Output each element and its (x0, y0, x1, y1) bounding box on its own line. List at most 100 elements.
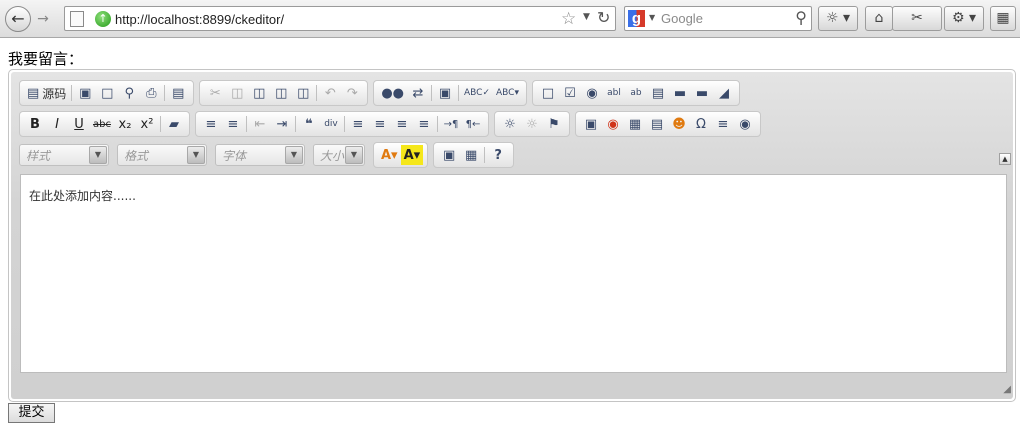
select-button[interactable]: ▤ (647, 83, 669, 103)
checkbox-button[interactable]: ☑ (559, 83, 581, 103)
home-button[interactable]: ⌂ (865, 6, 893, 31)
rtl-icon: ¶← (465, 118, 481, 130)
bg-color-button[interactable]: A▾ (400, 145, 424, 165)
preview-button[interactable]: ⚲ (118, 83, 140, 103)
remove-format-button[interactable]: ▰ (163, 114, 185, 134)
anchor-button[interactable]: ⚑ (543, 114, 565, 134)
submit-button[interactable]: 提交 (8, 403, 55, 423)
iframe-button[interactable]: ◉ (734, 114, 756, 134)
reload-icon[interactable]: ↻ (597, 8, 610, 27)
toolbar-collapse-button[interactable]: ▲ (999, 153, 1011, 165)
tools-button[interactable]: ✂ (892, 6, 942, 31)
subscript-button[interactable]: x₂ (114, 114, 136, 134)
form-button-button[interactable]: ▬ (669, 83, 691, 103)
superscript-button[interactable]: x² (136, 114, 158, 134)
radio-button[interactable]: ◉ (581, 83, 603, 103)
paste-button[interactable]: ◫ (248, 83, 270, 103)
search-bar[interactable]: g ▼ Google ⚲ (624, 6, 812, 31)
back-button[interactable]: ← (5, 6, 31, 32)
font-combo[interactable]: 字体 ▼ (215, 144, 305, 166)
link-button[interactable]: ☼ (499, 114, 521, 134)
address-bar[interactable]: ↑ http://localhost:8899/ckeditor/ ☆ ▼ ↻ (64, 6, 616, 31)
table-button[interactable]: ▦ (624, 114, 646, 134)
resize-grip-icon[interactable]: ◢ (999, 384, 1011, 396)
cut-button[interactable]: ✂ (204, 83, 226, 103)
save-button[interactable]: ▣ (74, 83, 96, 103)
hiddenfield-button[interactable]: ◢ (713, 83, 735, 103)
paste-text-button[interactable]: ◫ (270, 83, 292, 103)
about-button[interactable]: ? (487, 145, 509, 165)
horizontal-rule-button[interactable]: ▤ (646, 114, 668, 134)
chevron-down-icon[interactable]: ▼ (649, 13, 655, 22)
special-char-button[interactable]: Ω (690, 114, 712, 134)
show-blocks-button[interactable]: ▦ (460, 145, 482, 165)
search-input[interactable]: Google (661, 11, 703, 26)
undo-button[interactable]: ↶ (319, 83, 341, 103)
page-break-button[interactable]: ≡ (712, 114, 734, 134)
outdent-button[interactable]: ⇤ (249, 114, 271, 134)
spellcheck-button[interactable]: ABC✓ (461, 83, 493, 103)
star-icon[interactable]: ☆ (561, 9, 576, 29)
blockquote-button[interactable]: ❝ (298, 114, 320, 134)
text-color-button[interactable]: A▾ (378, 145, 401, 165)
chevron-down-icon[interactable]: ▼ (187, 146, 205, 164)
imagebutton-button[interactable]: ▬ (691, 83, 713, 103)
textarea-button[interactable]: ab (625, 83, 647, 103)
url-text[interactable]: http://localhost:8899/ckeditor/ (115, 12, 284, 27)
redo-button[interactable]: ↷ (341, 83, 363, 103)
size-combo[interactable]: 大小 ▼ (313, 144, 365, 166)
indent-button[interactable]: ⇥ (271, 114, 293, 134)
editor-content-text[interactable]: 在此处添加内容...... (29, 187, 136, 204)
numbered-list-button[interactable]: ≡ (200, 114, 222, 134)
strike-button[interactable]: abc (90, 114, 114, 134)
extension-button[interactable]: ⚙ ▾ (944, 6, 984, 31)
textfield-button[interactable]: abl (603, 83, 625, 103)
bold-button[interactable]: B (24, 114, 46, 134)
paste-word-button[interactable]: ◫ (292, 83, 314, 103)
align-left-button[interactable]: ≡ (347, 114, 369, 134)
magnifier-icon[interactable]: ⚲ (795, 8, 807, 27)
chevron-down-icon[interactable]: ▼ (583, 12, 590, 22)
smiley-icon: ☻ (672, 116, 686, 132)
omega-icon: Ω (696, 116, 706, 132)
bidi-rtl-button[interactable]: ¶← (462, 114, 484, 134)
style-combo[interactable]: 样式 ▼ (19, 144, 109, 166)
copy-button[interactable]: ◫ (226, 83, 248, 103)
scayt-button[interactable]: ABC▾ (493, 83, 522, 103)
find-button[interactable]: ●● (378, 83, 407, 103)
image-icon: ▣ (584, 116, 598, 132)
flash-button[interactable]: ◉ (602, 114, 624, 134)
editor-chrome: ▤ 源码 ▣ □ ⚲ ⎙ ▤ ✂ ◫ ◫ ◫ ◫ ↶ ↷ ●● ⇄ ▣ ABC✓… (11, 72, 1013, 399)
image-button[interactable]: ▣ (580, 114, 602, 134)
justify-button[interactable]: ≡ (413, 114, 435, 134)
format-combo[interactable]: 格式 ▼ (117, 144, 207, 166)
replace-button[interactable]: ⇄ (407, 83, 429, 103)
separator (71, 85, 73, 101)
form-button[interactable]: □ (537, 83, 559, 103)
bidi-ltr-button[interactable]: →¶ (440, 114, 462, 134)
templates-button[interactable]: ▤ (167, 83, 189, 103)
google-icon[interactable]: g (628, 10, 645, 27)
new-page-button[interactable]: □ (96, 83, 118, 103)
windows-button[interactable]: ▦ (990, 6, 1016, 31)
chevron-down-icon[interactable]: ▼ (285, 146, 303, 164)
select-all-button[interactable]: ▣ (434, 83, 456, 103)
chevron-down-icon[interactable]: ▼ (89, 146, 107, 164)
smiley-button[interactable]: ☻ (668, 114, 690, 134)
underline-button[interactable]: U (68, 114, 90, 134)
print-button[interactable]: ⎙ (140, 83, 162, 103)
align-center-button[interactable]: ≡ (369, 114, 391, 134)
maximize-button[interactable]: ▣ (438, 145, 460, 165)
editor-content-area[interactable]: 在此处添加内容...... (20, 174, 1007, 373)
unlink-button[interactable]: ☼ (521, 114, 543, 134)
bulleted-list-button[interactable]: ≡ (222, 114, 244, 134)
addon-button[interactable]: ☼ ▾ (818, 6, 858, 31)
align-right-button[interactable]: ≡ (391, 114, 413, 134)
creatediv-button[interactable]: div (320, 114, 342, 134)
chevron-down-icon[interactable]: ▼ (345, 146, 363, 164)
forward-button[interactable]: → (34, 10, 52, 28)
source-button[interactable]: ▤ 源码 (24, 83, 69, 103)
numbered-list-icon: ≡ (205, 116, 217, 132)
style-combo-label: 样式 (26, 148, 51, 163)
italic-button[interactable]: I (46, 114, 68, 134)
